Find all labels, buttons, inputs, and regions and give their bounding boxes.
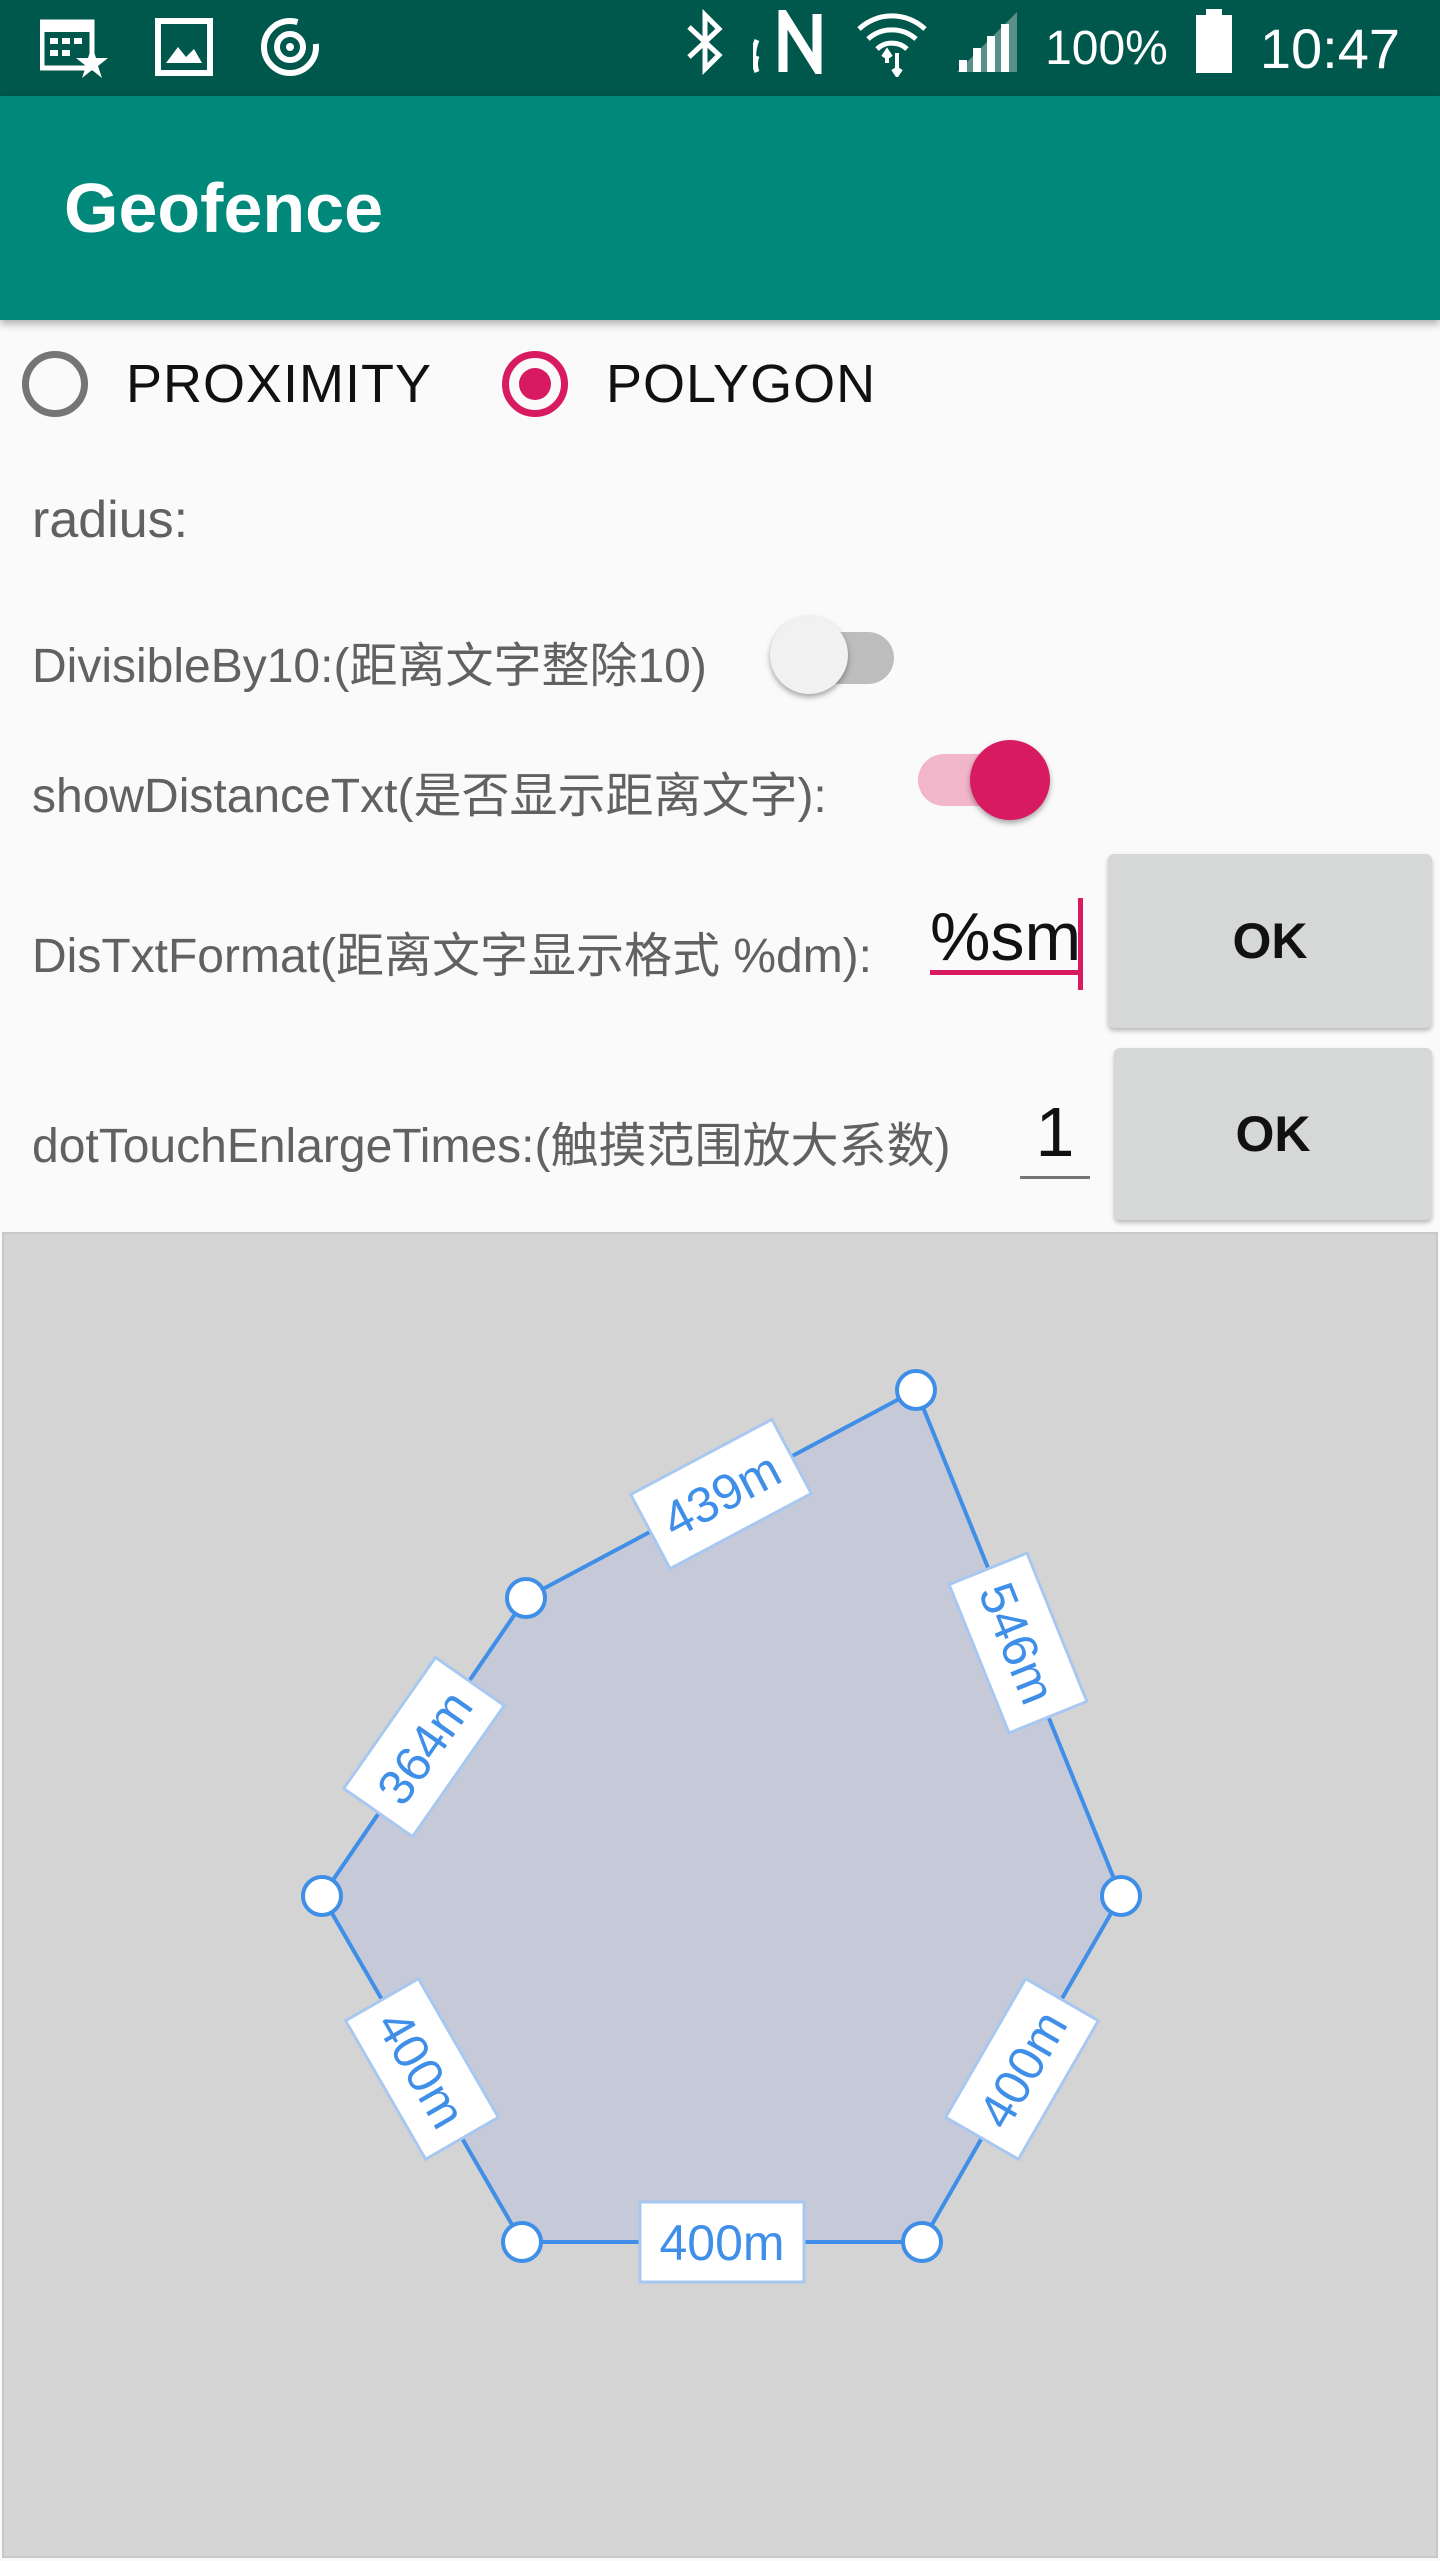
bluetooth-icon — [683, 8, 727, 88]
text-cursor — [1078, 898, 1083, 990]
image-icon — [154, 17, 214, 82]
vertex-handle[interactable] — [505, 1577, 547, 1619]
input-underline — [1020, 1176, 1090, 1179]
page-title: Geofence — [64, 169, 383, 247]
switch-thumb — [970, 740, 1050, 820]
signal-icon — [955, 10, 1019, 87]
format-ok-button[interactable]: OK — [1108, 854, 1432, 1028]
radio-proximity[interactable]: PROXIMITY — [22, 344, 432, 424]
radio-proximity-label: PROXIMITY — [126, 354, 433, 414]
radius-label: radius: — [32, 491, 189, 549]
show-distance-switch[interactable] — [914, 740, 1054, 824]
enlarge-label: dotTouchEnlargeTimes:(触摸范围放大系数) — [32, 1120, 951, 1173]
app-toolbar: Geofence — [0, 96, 1440, 320]
geofence-canvas[interactable]: 439m 546m 400m 400m 400m 364m — [2, 1232, 1438, 2558]
polygon-drawing[interactable]: 439m 546m 400m 400m 400m 364m — [4, 1234, 1436, 2556]
vertex-handle[interactable] — [1100, 1875, 1142, 1917]
format-input[interactable]: %sm — [930, 898, 1083, 990]
edge-label: 400m — [659, 2215, 784, 2271]
enlarge-ok-button[interactable]: OK — [1114, 1048, 1432, 1220]
input-underline — [930, 970, 1080, 975]
vertex-handle[interactable] — [501, 2221, 543, 2263]
format-input-value: %sm — [930, 899, 1082, 975]
vertex-handle[interactable] — [895, 1369, 937, 1411]
vertex-handle[interactable] — [301, 1875, 343, 1917]
show-distance-label: showDistanceTxt(是否显示距离文字): — [32, 770, 827, 823]
battery-percent: 100% — [1045, 21, 1168, 75]
nfc-icon — [751, 0, 829, 87]
sync-icon — [258, 15, 322, 84]
radio-checked-icon — [502, 351, 568, 417]
format-label: DisTxtFormat(距离文字显示格式 %dm): — [32, 930, 873, 983]
radio-unchecked-icon — [22, 351, 88, 417]
radio-polygon[interactable]: POLYGON — [502, 344, 876, 424]
radio-polygon-label: POLYGON — [606, 354, 877, 414]
battery-icon — [1194, 8, 1234, 88]
wifi-icon — [855, 7, 929, 90]
calendar-star-icon — [39, 16, 110, 83]
divisible-label: DivisibleBy10:(距离文字整除10) — [32, 640, 707, 693]
divisible-switch[interactable] — [768, 612, 904, 694]
enlarge-input[interactable]: 1 — [1020, 1092, 1090, 1182]
status-bar: 100% 10:47 — [0, 0, 1440, 96]
switch-thumb — [770, 616, 848, 694]
enlarge-input-value: 1 — [1035, 1093, 1075, 1171]
edge-label-group: 400m — [638, 2200, 806, 2284]
vertex-handle[interactable] — [901, 2221, 943, 2263]
clock: 10:47 — [1259, 16, 1400, 80]
